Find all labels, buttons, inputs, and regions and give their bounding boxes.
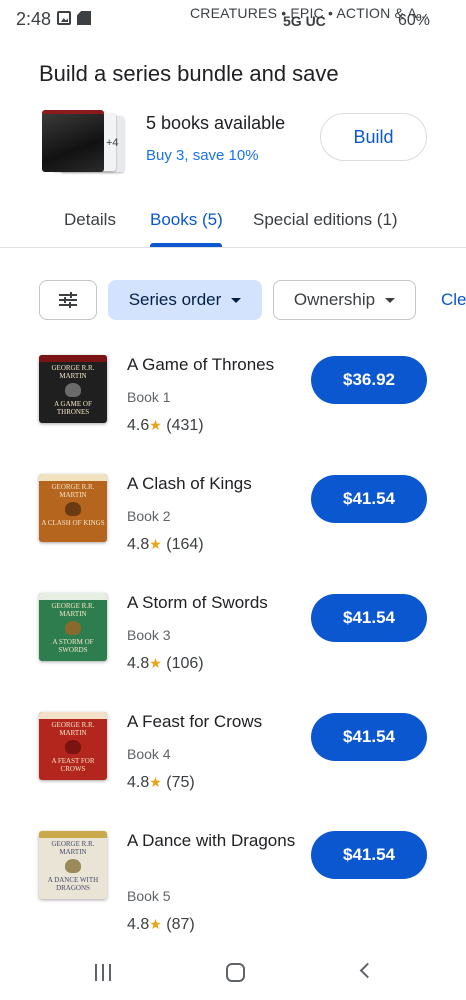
- tab-books[interactable]: Books (5): [150, 210, 223, 230]
- sd-card-icon: [77, 11, 91, 25]
- book-cover: GEORGE R.R. MARTIN A FEAST FOR CROWS: [39, 712, 107, 780]
- book-cover: GEORGE R.R. MARTIN A STORM OF SWORDS: [39, 593, 107, 661]
- buy-button[interactable]: $41.54: [311, 475, 427, 523]
- star-icon: ★: [149, 774, 162, 790]
- active-tab-indicator: [150, 243, 222, 247]
- book-series-index: Book 2: [127, 508, 171, 524]
- book-rating: 4.8★ (106): [127, 655, 204, 672]
- list-item[interactable]: GEORGE R.R. MARTIN A STORM OF SWORDS A S…: [0, 593, 466, 703]
- network-indicator: 5G UC: [283, 13, 326, 29]
- buy-button[interactable]: $36.92: [311, 356, 427, 404]
- battery-level: 60%: [398, 12, 431, 29]
- back-icon[interactable]: [359, 962, 376, 979]
- dragon-emblem: [65, 859, 81, 873]
- bundle-extra-count: +4: [106, 137, 119, 149]
- book-series-index: Book 3: [127, 627, 171, 643]
- sort-chip[interactable]: Series order: [108, 280, 262, 320]
- tune-icon: [59, 292, 77, 308]
- chevron-down-icon: [231, 297, 242, 303]
- book-cover: GEORGE R.R. MARTIN A GAME OF THRONES: [39, 355, 107, 423]
- gallery-icon: [57, 11, 71, 25]
- list-item[interactable]: GEORGE R.R. MARTIN A GAME OF THRONES A G…: [0, 355, 466, 465]
- ownership-chip-label: Ownership: [293, 290, 376, 309]
- buy-button[interactable]: $41.54: [311, 594, 427, 642]
- book-rating: 4.6★ (431): [127, 417, 204, 434]
- filter-options-button[interactable]: [39, 280, 97, 320]
- star-icon: ★: [149, 417, 162, 433]
- crow-emblem: [65, 740, 81, 754]
- list-item[interactable]: GEORGE R.R. MARTIN A DANCE WITH DRAGONS …: [0, 831, 466, 941]
- list-item[interactable]: GEORGE R.R. MARTIN A FEAST FOR CROWS A F…: [0, 712, 466, 822]
- system-nav-bar: [0, 948, 466, 1000]
- bundle-cover-front: [42, 110, 104, 172]
- throne-emblem: [65, 383, 81, 397]
- sort-chip-label: Series order: [128, 290, 222, 309]
- star-icon: ★: [149, 536, 162, 552]
- tab-bar: Details Books (5) Special editions (1): [0, 196, 466, 248]
- book-title: A Dance with Dragons: [127, 831, 296, 850]
- book-cover: GEORGE R.R. MARTIN A CLASH OF KINGS: [39, 474, 107, 542]
- clear-filters-button[interactable]: Cle: [441, 290, 466, 310]
- status-time: 2:48: [16, 9, 52, 29]
- star-icon: ★: [149, 655, 162, 671]
- star-icon: ★: [149, 916, 162, 932]
- recents-icon[interactable]: [95, 964, 111, 981]
- status-notification-icons: [57, 11, 91, 25]
- book-title: A Clash of Kings: [127, 474, 252, 493]
- tab-details[interactable]: Details: [64, 210, 116, 230]
- book-rating: 4.8★ (164): [127, 536, 204, 553]
- book-rating: 4.8★ (87): [127, 916, 195, 933]
- book-series-index: Book 4: [127, 746, 171, 762]
- bundle-count: 5 books available: [146, 113, 286, 133]
- helm-emblem: [65, 621, 81, 635]
- book-title: A Storm of Swords: [127, 593, 268, 612]
- book-title: A Feast for Crows: [127, 712, 263, 731]
- home-icon[interactable]: [226, 963, 245, 982]
- bundle-title: Build a series bundle and save: [39, 61, 339, 86]
- buy-button[interactable]: $41.54: [311, 713, 427, 761]
- book-series-index: Book 1: [127, 389, 171, 405]
- book-rating: 4.8★ (75): [127, 774, 195, 791]
- book-title: A Game of Thrones: [127, 355, 275, 374]
- chevron-down-icon: [385, 297, 396, 303]
- bundle-promo: Buy 3, save 10%: [146, 147, 259, 164]
- book-cover: GEORGE R.R. MARTIN A DANCE WITH DRAGONS: [39, 831, 107, 899]
- book-series-index: Book 5: [127, 888, 171, 904]
- buy-button[interactable]: $41.54: [311, 831, 427, 879]
- ownership-chip[interactable]: Ownership: [273, 280, 416, 320]
- build-button[interactable]: Build: [320, 113, 427, 161]
- status-bar: 2:48 CREATURES • EPIC • ACTION & A... 5G…: [0, 0, 466, 40]
- tab-special-editions[interactable]: Special editions (1): [253, 210, 398, 230]
- crown-emblem: [65, 502, 81, 516]
- list-item[interactable]: GEORGE R.R. MARTIN A CLASH OF KINGS A Cl…: [0, 474, 466, 584]
